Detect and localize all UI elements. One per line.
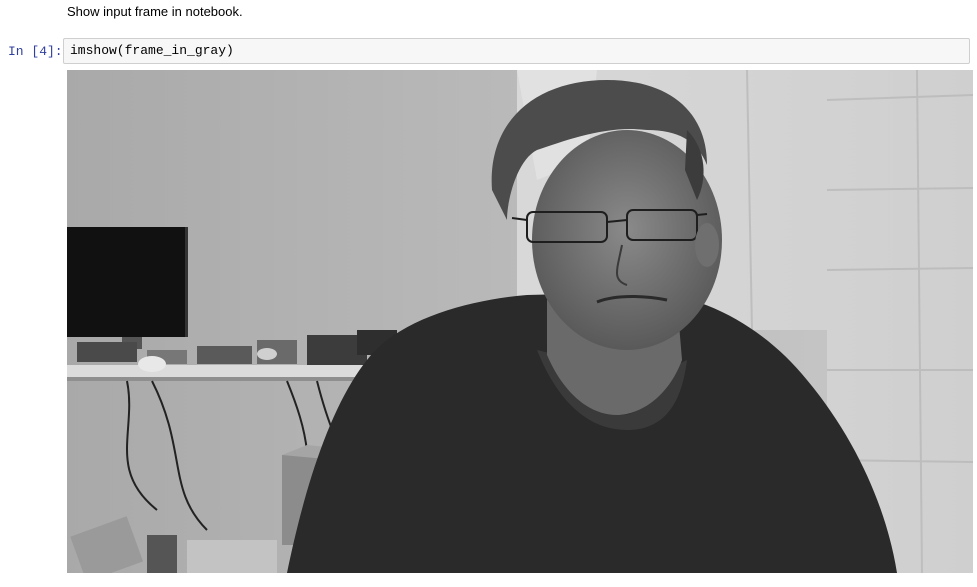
output-image bbox=[67, 70, 973, 573]
grayscale-frame-image bbox=[67, 70, 973, 573]
code-cell-input[interactable]: imshow(frame_in_gray) bbox=[63, 38, 970, 64]
markdown-cell-text: Show input frame in notebook. bbox=[67, 4, 243, 19]
input-prompt: In [4]: bbox=[8, 44, 63, 59]
